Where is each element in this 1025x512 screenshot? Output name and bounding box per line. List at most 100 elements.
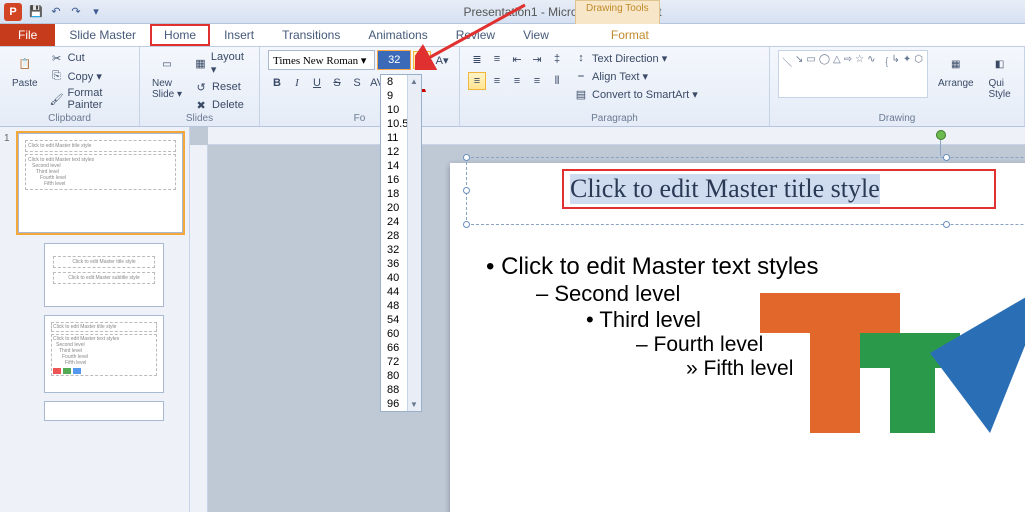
brush-icon: 🖌 — [50, 92, 64, 106]
tab-transitions[interactable]: Transitions — [268, 24, 354, 46]
qat-more-icon[interactable]: ▾ — [88, 4, 104, 20]
bold-button[interactable]: B — [268, 74, 286, 92]
resize-handle-sw[interactable] — [463, 221, 470, 228]
justify-button[interactable]: ≡ — [528, 72, 546, 90]
shape-arrow-icon[interactable]: ↘ — [795, 54, 803, 69]
decrease-indent-button[interactable]: ⇤ — [508, 50, 526, 68]
shape-brace-icon[interactable]: ｛ — [879, 54, 889, 69]
tab-slide-master[interactable]: Slide Master — [55, 24, 150, 46]
format-painter-button[interactable]: 🖌Format Painter — [48, 86, 131, 112]
align-text-button[interactable]: ⎯Align Text ▾ — [572, 68, 700, 84]
font-size-combo[interactable]: 32 — [377, 50, 411, 70]
delete-button[interactable]: ✖ Delete — [192, 97, 251, 113]
tab-format[interactable]: Format — [597, 24, 663, 46]
window-title: Presentation1 - Microsoft PowerPoint — [104, 5, 1021, 19]
text-direction-icon: ↕ — [574, 51, 588, 65]
quick-access-toolbar: 💾 ↶ ↷ ▾ — [28, 4, 104, 20]
resize-handle-w[interactable] — [463, 187, 470, 194]
grow-font-button[interactable]: A▴ — [413, 51, 431, 69]
shape-curve-icon[interactable]: ∿ — [867, 54, 875, 69]
new-slide-button[interactable]: ▭ New Slide ▾ — [148, 50, 186, 102]
paste-icon: 📋 — [13, 52, 37, 76]
undo-icon[interactable]: ↶ — [48, 4, 64, 20]
smartart-button[interactable]: ▤Convert to SmartArt ▾ — [572, 86, 700, 102]
slide-editor[interactable]: Click to edit Master title style Click t… — [190, 127, 1025, 512]
shape-triangle-icon[interactable]: △ — [833, 54, 841, 69]
quick-styles-label: Qui Style — [988, 78, 1010, 100]
thumb2-title: Click to edit Master title style — [53, 256, 155, 268]
body-level-1[interactable]: Click to edit Master text styles — [486, 253, 1025, 281]
thumb3-title: Click to edit Master title style — [51, 322, 157, 332]
thumb3-l5: Fifth level — [65, 360, 155, 366]
new-slide-icon: ▭ — [155, 52, 179, 76]
tab-home[interactable]: Home — [150, 24, 210, 46]
font-name-combo[interactable]: Times New Roman ▾ — [268, 50, 375, 70]
shape-connector-icon[interactable]: ↳ — [892, 54, 900, 69]
shape-line-icon[interactable]: ＼ — [782, 54, 792, 69]
main-area: 1 Click to edit Master title style Click… — [0, 127, 1025, 512]
shape-oval-icon[interactable]: ◯ — [819, 54, 830, 69]
thumbnail-layout-1[interactable]: Click to edit Master title style Click t… — [44, 243, 164, 307]
save-icon[interactable]: 💾 — [28, 4, 44, 20]
copy-label: Copy ▾ — [68, 70, 102, 83]
copy-button[interactable]: ⎘ Copy ▾ — [48, 68, 131, 84]
shrink-font-button[interactable]: A▾ — [433, 51, 451, 69]
align-center-button[interactable]: ≡ — [488, 72, 506, 90]
layout-icon: ▦ — [194, 57, 207, 71]
strike-button[interactable]: S — [328, 74, 346, 92]
tab-animations[interactable]: Animations — [354, 24, 441, 46]
resize-handle-s[interactable] — [943, 221, 950, 228]
delete-label: Delete — [212, 99, 244, 111]
increase-indent-button[interactable]: ⇥ — [528, 50, 546, 68]
cut-button[interactable]: ✂Cut — [48, 50, 131, 66]
columns-button[interactable]: ⫴ — [548, 72, 566, 90]
rotation-handle[interactable] — [936, 130, 946, 140]
redo-icon[interactable]: ↷ — [68, 4, 84, 20]
paste-label: Paste — [12, 78, 38, 89]
align-right-button[interactable]: ≡ — [508, 72, 526, 90]
shadow-button[interactable]: S — [348, 74, 366, 92]
shape-rect-icon[interactable]: ▭ — [806, 54, 815, 69]
slide-thumbnail-pane[interactable]: 1 Click to edit Master title style Click… — [0, 127, 190, 512]
layout-button[interactable]: ▦Layout ▾ — [192, 50, 251, 77]
line-spacing-button[interactable]: ‡ — [548, 50, 566, 68]
thumbnail-master[interactable]: Click to edit Master title style Click t… — [18, 133, 183, 233]
shape-hex-icon[interactable]: ⬡ — [914, 54, 923, 69]
ribbon-tabs: File Slide Master Home Insert Transition… — [0, 24, 1025, 47]
resize-handle-n[interactable] — [943, 154, 950, 161]
thumb-l5: Fifth level — [44, 181, 173, 187]
align-text-label: Align Text ▾ — [592, 70, 648, 83]
group-label-drawing: Drawing — [778, 113, 1016, 125]
shapes-gallery[interactable]: ＼↘▭ ◯△⇨☆∿ ｛↳✦⬡ — [778, 50, 928, 98]
cut-icon: ✂ — [50, 51, 64, 65]
quick-styles-button[interactable]: ◧ Qui Style — [984, 50, 1016, 102]
slide-canvas[interactable]: Click to edit Master title style Click t… — [450, 163, 1025, 512]
dropdown-scrollbar[interactable] — [407, 75, 421, 411]
tab-view[interactable]: View — [509, 24, 563, 46]
arrange-button[interactable]: ▦ Arrange — [934, 50, 978, 91]
thumb-title: Click to edit Master title style — [25, 140, 176, 152]
reset-button[interactable]: ↺Reset — [192, 79, 251, 95]
tab-file[interactable]: File — [0, 24, 55, 46]
shape-callout-icon[interactable]: ✦ — [903, 54, 911, 69]
delete-icon: ✖ — [194, 98, 208, 112]
copy-icon: ⎘ — [50, 69, 64, 83]
font-size-dropdown[interactable]: 891010.511121416182024283236404448546066… — [380, 74, 422, 412]
tab-insert[interactable]: Insert — [210, 24, 268, 46]
thumbnail-layout-3[interactable] — [44, 401, 164, 421]
shape-star-icon[interactable]: ☆ — [855, 54, 864, 69]
resize-handle-nw[interactable] — [463, 154, 470, 161]
shape-rarrow-icon[interactable]: ⇨ — [844, 54, 852, 69]
numbering-button[interactable]: ≡ — [488, 50, 506, 68]
paste-button[interactable]: 📋 Paste — [8, 50, 42, 91]
text-direction-button[interactable]: ↕Text Direction ▾ — [572, 50, 700, 66]
group-slides: ▭ New Slide ▾ ▦Layout ▾ ↺Reset ✖Delete S… — [140, 47, 260, 126]
italic-button[interactable]: I — [288, 74, 306, 92]
tab-review[interactable]: Review — [442, 24, 509, 46]
ttv-logo — [750, 283, 1025, 443]
align-left-button[interactable]: ≡ — [468, 72, 486, 90]
bullets-button[interactable]: ≣ — [468, 50, 486, 68]
master-title-text[interactable]: Click to edit Master title style — [570, 174, 880, 204]
underline-button[interactable]: U — [308, 74, 326, 92]
thumbnail-layout-2[interactable]: Click to edit Master title style Click t… — [44, 315, 164, 393]
